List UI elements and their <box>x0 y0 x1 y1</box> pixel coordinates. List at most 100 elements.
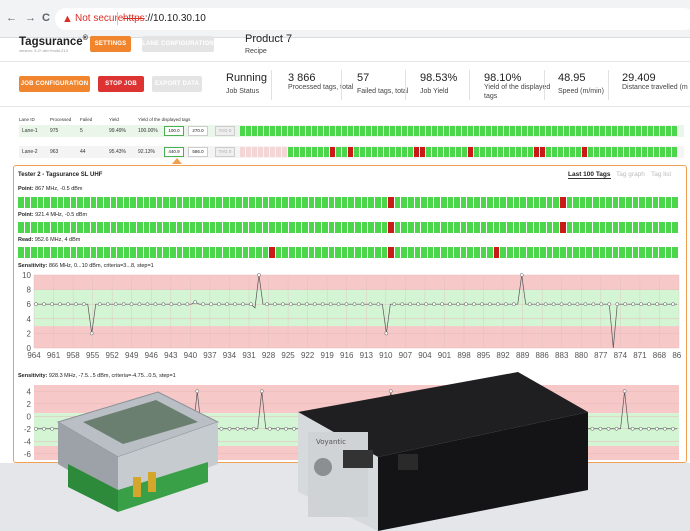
tag-result-cell <box>90 197 97 208</box>
tag-result-cell <box>335 222 341 233</box>
lane-threshold-input[interactable]: 586.0 <box>188 147 208 157</box>
data-point <box>233 302 237 307</box>
data-point <box>137 302 142 307</box>
tag-result-cell <box>255 197 262 208</box>
lane-row[interactable]: Lane-2 963 44 95.43% 92.13% 440.9 586.0 TAG 0 <box>19 146 684 158</box>
device-brand-text: Voyantic <box>316 438 346 446</box>
tag-result-cell <box>427 247 434 258</box>
tag-result-cell <box>57 222 64 233</box>
lane-tag-cell <box>546 126 551 136</box>
tab-last-100-tags[interactable]: Last 100 Tags <box>568 171 611 179</box>
tag-result-cell <box>183 197 189 208</box>
lane-tag-cell <box>480 147 485 157</box>
lane-tag-cell <box>558 147 563 157</box>
lane-tag-cell <box>606 126 611 136</box>
lane-tag-cell <box>288 147 293 157</box>
y-tick-label: -6 <box>24 450 32 459</box>
reload-icon[interactable]: C <box>42 12 50 24</box>
lane-tag-cell <box>564 147 569 157</box>
lane-threshold-input[interactable]: 270.0 <box>188 126 208 136</box>
lane-tag-cell <box>474 147 479 157</box>
tag-result-cell <box>24 197 31 208</box>
export-data-button[interactable]: EXPORT DATA <box>152 76 202 92</box>
data-point <box>591 302 596 307</box>
tag-result-cell <box>150 222 156 233</box>
tag-result-cell <box>176 247 183 258</box>
lane-tag-label: TAG 0 <box>215 126 235 136</box>
lane-tag-cell <box>258 126 263 136</box>
lane-threshold-input[interactable]: 100.0 <box>164 126 184 136</box>
lane-tag-cell <box>372 126 377 136</box>
data-point <box>480 302 484 307</box>
back-icon[interactable]: ← <box>6 12 17 24</box>
lane-threshold-input[interactable]: 440.9 <box>164 147 184 157</box>
forward-icon[interactable]: → <box>25 12 36 24</box>
tag-result-cell <box>295 247 302 258</box>
sensitivity-2-label: Sensitivity: 928.3 MHz, -7.5...5 dBm, cr… <box>18 373 176 379</box>
y-tick-label: 8 <box>27 286 32 295</box>
lane-column-header: Yield <box>109 117 119 122</box>
tag-result-cell <box>236 222 242 233</box>
tag-result-cell <box>44 197 51 208</box>
tag-result-cell <box>130 197 136 208</box>
job-configuration-button[interactable]: JOB CONFIGURATION <box>19 76 90 92</box>
tag-result-cell <box>401 197 407 208</box>
lane-tag-cell <box>366 147 371 157</box>
tag-result-cell <box>533 222 540 233</box>
y-tick-label: 2 <box>27 400 32 409</box>
data-point <box>503 302 508 307</box>
tag-result-cell <box>110 247 117 258</box>
stop-job-button[interactable]: STOP JOB <box>98 76 144 92</box>
lane-configuration-button[interactable]: LANE CONFIGURATION <box>142 36 214 52</box>
data-point <box>273 302 277 307</box>
tag-result-cell <box>632 222 639 233</box>
data-point <box>511 302 516 307</box>
tag-result-cell <box>37 222 44 233</box>
lane-tag-cell <box>390 126 395 136</box>
lane-tag-cell <box>270 126 275 136</box>
data-point <box>304 302 309 307</box>
tag-result-cell <box>645 247 652 258</box>
tag-result-cell <box>388 197 394 208</box>
tab-tag-graph[interactable]: Tag graph <box>616 171 645 178</box>
warning-icon[interactable]: ▲ <box>62 13 73 25</box>
lane-tag-cell <box>486 147 491 157</box>
data-point <box>73 302 78 307</box>
settings-button[interactable]: SETTINGS <box>90 36 131 52</box>
lane-tag-cell <box>570 126 575 136</box>
tag-result-cell <box>236 247 242 258</box>
data-point <box>376 302 381 307</box>
tag-result-cell <box>546 222 553 233</box>
lane-tag-cell <box>300 147 305 157</box>
sensitivity-2-key: Sensitivity: <box>18 373 48 379</box>
brand-name: Tagsurance <box>19 35 83 48</box>
tag-result-cell <box>242 247 249 258</box>
lane-row[interactable]: Lane-1 975 5 99.49% 100.00% 100.0 270.0 TAG 0 <box>19 125 684 137</box>
tag-result-cell <box>189 197 196 208</box>
tab-tag-list[interactable]: Tag list <box>651 171 671 178</box>
url-text[interactable]: https://10.10.30.10 <box>123 13 206 24</box>
tag-result-cell <box>302 197 308 208</box>
lane-tag-cell <box>384 147 389 157</box>
tag-result-cell <box>242 197 249 208</box>
version-label: version: 3.2*-dev+build-213 <box>19 48 68 53</box>
tag-result-cell <box>51 197 57 208</box>
lane-tag-cell <box>384 126 389 136</box>
data-point <box>97 302 102 307</box>
data-point <box>89 331 94 336</box>
stat-label: Processed tags, total <box>288 84 354 91</box>
tag-result-cell <box>57 247 64 258</box>
tag-result-cell <box>559 222 566 233</box>
tag-result-cell <box>493 197 500 208</box>
lane-tag-cell <box>672 147 677 157</box>
tag-result-cell <box>117 197 123 208</box>
tag-result-cell <box>361 247 368 258</box>
lane-tag-cell <box>450 126 455 136</box>
lane-tag-cell <box>318 126 323 136</box>
lane-cell: Lane-1 <box>22 128 38 134</box>
lane-tag-cell <box>438 147 443 157</box>
point-2-desc: 921.4 MHz, -0.5 dBm <box>35 212 88 218</box>
tag-result-cell <box>302 222 308 233</box>
tag-result-cell <box>183 222 189 233</box>
tag-result-cell <box>222 197 229 208</box>
